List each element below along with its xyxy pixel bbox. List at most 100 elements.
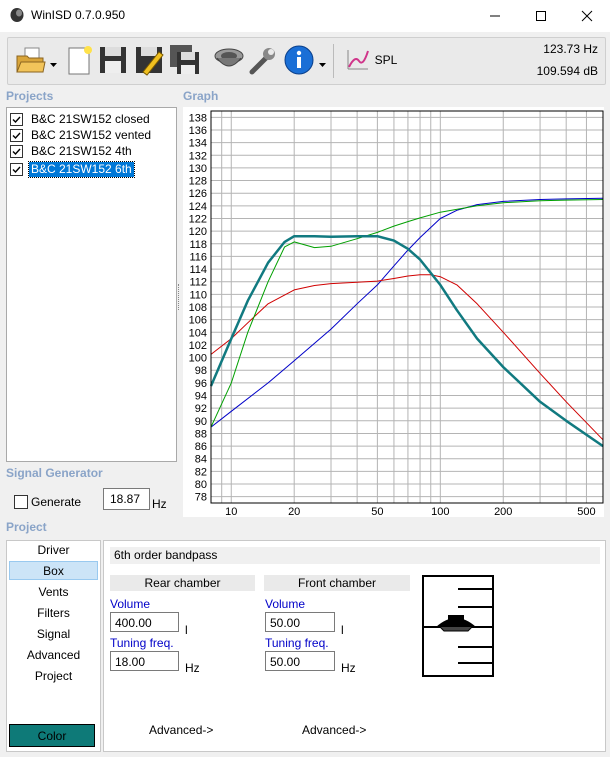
front-tuning-input[interactable]: 50.00 <box>265 651 335 671</box>
new-document-icon <box>68 46 92 75</box>
project-item[interactable]: B&C 21SW152 4th <box>8 143 174 159</box>
x-tick-label: 20 <box>288 506 300 517</box>
y-tick-label: 94 <box>195 391 207 403</box>
minimize-button[interactable] <box>472 0 518 32</box>
spl-curve-3 <box>209 234 604 448</box>
y-tick-label: 124 <box>189 201 207 213</box>
box-diagram <box>422 575 494 677</box>
signal-generator-heading: Signal Generator <box>6 466 103 480</box>
y-tick-label: 128 <box>189 176 207 188</box>
project-heading: Project <box>6 520 47 534</box>
projects-heading: Projects <box>6 89 54 103</box>
level-readout: 109.594 dB <box>536 64 598 78</box>
front-volume-label: Volume <box>265 597 306 611</box>
y-tick-label: 104 <box>189 327 207 339</box>
nav-advanced[interactable]: Advanced <box>9 646 98 665</box>
info-dropdown-arrow-icon[interactable] <box>319 58 327 72</box>
rear-advanced-link[interactable]: Advanced-> <box>149 723 213 737</box>
project-label: B&C 21SW152 closed <box>31 111 150 126</box>
y-tick-label: 100 <box>189 353 207 365</box>
nav-signal[interactable]: Signal <box>9 625 98 644</box>
y-tick-label: 114 <box>189 264 207 276</box>
rear-tuning-unit: Hz <box>185 661 200 675</box>
color-button[interactable]: Color <box>9 724 95 747</box>
y-tick-label: 80 <box>195 479 207 491</box>
y-tick-label: 106 <box>189 315 207 327</box>
info-button[interactable] <box>282 42 316 78</box>
y-tick-label: 84 <box>195 454 207 466</box>
rear-tuning-input[interactable]: 18.00 <box>110 651 179 671</box>
open-folder-button[interactable] <box>14 42 48 78</box>
tools-button[interactable] <box>246 42 280 78</box>
save-all-button[interactable] <box>168 42 202 78</box>
edit-save-button[interactable] <box>132 42 166 78</box>
spl-chart-svg: 7880828486889092949698100102104106108110… <box>189 110 604 518</box>
y-tick-label: 82 <box>195 466 207 478</box>
spl-graph-selector[interactable]: SPL <box>339 42 403 78</box>
project-label: B&C 21SW152 6th <box>28 160 135 178</box>
projects-list: B&C 21SW152 closed B&C 21SW152 vented B&… <box>6 107 177 462</box>
toolbar: SPL <box>7 37 606 85</box>
y-tick-label: 78 <box>195 492 207 504</box>
y-tick-label: 108 <box>189 302 207 314</box>
maximize-button[interactable] <box>518 0 564 32</box>
toolbar-separator <box>333 44 334 78</box>
spl-graph-icon <box>347 50 369 70</box>
nav-project[interactable]: Project <box>9 667 98 686</box>
floppy-disks-icon <box>170 45 199 74</box>
save-button[interactable] <box>96 42 130 78</box>
nav-box[interactable]: Box <box>9 561 98 580</box>
y-tick-label: 112 <box>189 277 207 289</box>
y-tick-label: 96 <box>195 378 207 390</box>
wrench-icon <box>249 48 275 75</box>
x-tick-label: 10 <box>225 506 237 517</box>
y-tick-label: 136 <box>189 125 207 137</box>
front-chamber-header: Front chamber <box>264 575 410 591</box>
generate-checkbox[interactable] <box>14 495 28 509</box>
frequency-readout: 123.73 Hz <box>543 42 598 56</box>
y-tick-label: 92 <box>195 403 207 415</box>
nav-driver[interactable]: Driver <box>9 541 98 560</box>
floppy-pencil-icon <box>136 47 164 76</box>
front-volume-unit: l <box>341 623 344 637</box>
close-button[interactable] <box>564 0 610 32</box>
y-tick-label: 90 <box>195 416 207 428</box>
splitter-handle[interactable] <box>178 284 181 310</box>
project-checkbox[interactable] <box>10 162 23 176</box>
nav-vents[interactable]: Vents <box>9 583 98 602</box>
project-nav-panel: Driver Box Vents Filters Signal Advanced… <box>6 540 101 752</box>
folder-icon <box>16 47 46 73</box>
project-label: B&C 21SW152 vented <box>31 127 152 142</box>
y-tick-label: 116 <box>189 251 207 263</box>
project-item-selected[interactable]: B&C 21SW152 6th <box>8 160 174 178</box>
rear-volume-label: Volume <box>110 597 151 611</box>
y-tick-label: 118 <box>189 239 207 251</box>
y-tick-label: 122 <box>189 213 207 225</box>
spl-graph: 78 80 82 84 86 88 90 92 94 96 98 100 102 104 106 108 110… <box>183 107 604 518</box>
y-tick-label: 98 <box>195 365 207 377</box>
project-checkbox[interactable] <box>10 112 23 126</box>
app-speaker-icon <box>9 7 25 23</box>
front-tuning-unit: Hz <box>341 661 356 675</box>
spl-curve-2 <box>210 199 604 428</box>
front-advanced-link[interactable]: Advanced-> <box>302 723 366 737</box>
y-tick-label: 88 <box>195 428 207 440</box>
floppy-disk-icon <box>100 47 126 73</box>
y-tick-label: 86 <box>195 441 207 453</box>
x-tick-label: 50 <box>371 506 383 517</box>
new-project-button[interactable] <box>62 42 96 78</box>
nav-filters[interactable]: Filters <box>9 604 98 623</box>
speaker-driver-icon <box>214 48 244 67</box>
y-tick-label: 138 <box>189 112 207 124</box>
project-item[interactable]: B&C 21SW152 vented <box>8 127 174 143</box>
driver-editor-button[interactable] <box>212 42 246 78</box>
bandpass-box-diagram-icon <box>422 575 494 677</box>
project-item[interactable]: B&C 21SW152 closed <box>8 111 174 127</box>
rear-volume-input[interactable]: 400.00 <box>110 612 179 632</box>
signal-frequency-input[interactable]: 18.87 <box>103 488 150 510</box>
rear-volume-unit: l <box>185 623 188 637</box>
project-checkbox[interactable] <box>10 144 23 158</box>
open-dropdown-arrow-icon[interactable] <box>50 58 58 72</box>
front-volume-input[interactable]: 50.00 <box>265 612 335 632</box>
project-checkbox[interactable] <box>10 128 23 142</box>
